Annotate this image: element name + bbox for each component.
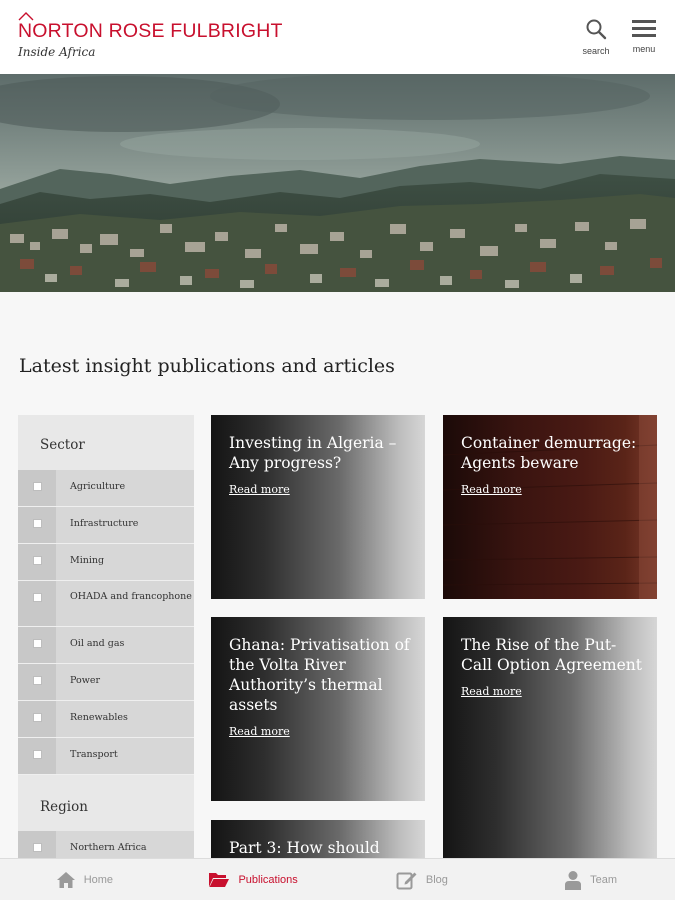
- article-title: Part 3: How should: [229, 839, 380, 857]
- hero-image: [0, 74, 675, 292]
- home-icon: [56, 871, 75, 888]
- article-title: The Rise of the Put-Call Option Agreemen…: [461, 636, 642, 674]
- read-more-link[interactable]: Read more: [461, 685, 522, 698]
- read-more-link[interactable]: Read more: [229, 483, 290, 496]
- filter-item-oil-and-gas[interactable]: Oil and gas: [18, 627, 194, 664]
- article-title: Container demurrage: Agents beware: [461, 434, 637, 472]
- checkbox[interactable]: [32, 593, 42, 602]
- filter-label: Infrastructure: [70, 518, 139, 529]
- filter-panel: Sector Agriculture Infrastructure Mining…: [18, 415, 194, 858]
- search-label: search: [582, 46, 610, 56]
- filter-label: Transport: [70, 749, 118, 760]
- filter-item-northern-africa[interactable]: Northern Africa: [18, 831, 194, 858]
- bottom-nav: Home Publications Blog Team: [0, 858, 675, 900]
- checkbox[interactable]: [32, 843, 42, 852]
- filter-label: Power: [70, 675, 101, 686]
- folder-icon: [209, 873, 230, 887]
- person-icon: [565, 870, 582, 890]
- checkbox[interactable]: [32, 676, 42, 685]
- search-button[interactable]: search: [576, 18, 616, 56]
- nav-item-team[interactable]: Team: [506, 859, 675, 900]
- filter-label: Agriculture: [70, 481, 126, 492]
- read-more-link[interactable]: Read more: [229, 725, 290, 738]
- nav-label: Publications: [238, 873, 298, 886]
- brand-logo[interactable]: NORTON ROSE FULBRIGHT Inside Africa: [18, 12, 283, 59]
- nav-item-blog[interactable]: Blog: [338, 859, 507, 900]
- read-more-link[interactable]: Read more: [461, 483, 522, 496]
- sector-heading: Sector: [18, 415, 194, 470]
- search-icon: [586, 19, 607, 40]
- filter-item-infrastructure[interactable]: Infrastructure: [18, 507, 194, 544]
- filter-label: OHADA and francophone: [70, 591, 192, 602]
- article-card[interactable]: Ghana: Privatisation of the Volta River …: [211, 617, 425, 801]
- article-card[interactable]: Container demurrage: Agents beware Read …: [443, 415, 657, 599]
- filter-item-transport[interactable]: Transport: [18, 738, 194, 775]
- article-title: Investing in Algeria – Any progress?: [229, 434, 397, 472]
- menu-label: menu: [632, 44, 656, 54]
- filter-label: Oil and gas: [70, 638, 125, 649]
- logo-mark-icon: [18, 12, 34, 21]
- hamburger-icon: [632, 20, 656, 37]
- checkbox[interactable]: [32, 639, 42, 648]
- filter-item-ohada[interactable]: OHADA and francophone: [18, 581, 194, 627]
- filter-label: Renewables: [70, 712, 128, 723]
- article-title: Ghana: Privatisation of the Volta River …: [229, 636, 410, 714]
- edit-icon: [396, 872, 417, 889]
- filter-label: Mining: [70, 555, 105, 566]
- nav-label: Blog: [425, 873, 448, 886]
- article-card[interactable]: The Rise of the Put-Call Option Agreemen…: [443, 617, 657, 858]
- menu-button[interactable]: menu: [624, 18, 664, 54]
- app-header: NORTON ROSE FULBRIGHT Inside Africa sear…: [0, 0, 675, 74]
- nav-item-home[interactable]: Home: [0, 859, 169, 900]
- brand-name: NORTON ROSE FULBRIGHT: [18, 20, 283, 42]
- checkbox[interactable]: [32, 482, 42, 491]
- checkbox[interactable]: [32, 556, 42, 565]
- region-heading: Region: [18, 775, 194, 831]
- checkbox[interactable]: [32, 713, 42, 722]
- nav-label: Team: [590, 873, 618, 886]
- nav-item-publications[interactable]: Publications: [169, 859, 338, 900]
- section-title: Latest insight publications and articles: [19, 355, 395, 377]
- filter-item-power[interactable]: Power: [18, 664, 194, 701]
- brand-subtitle: Inside Africa: [18, 45, 96, 59]
- filter-label: Northern Africa: [70, 842, 147, 853]
- checkbox[interactable]: [32, 519, 42, 528]
- filter-item-agriculture[interactable]: Agriculture: [18, 470, 194, 507]
- article-card[interactable]: Investing in Algeria – Any progress? Rea…: [211, 415, 425, 599]
- filter-item-mining[interactable]: Mining: [18, 544, 194, 581]
- nav-label: Home: [83, 873, 114, 886]
- filter-item-renewables[interactable]: Renewables: [18, 701, 194, 738]
- checkbox[interactable]: [32, 750, 42, 759]
